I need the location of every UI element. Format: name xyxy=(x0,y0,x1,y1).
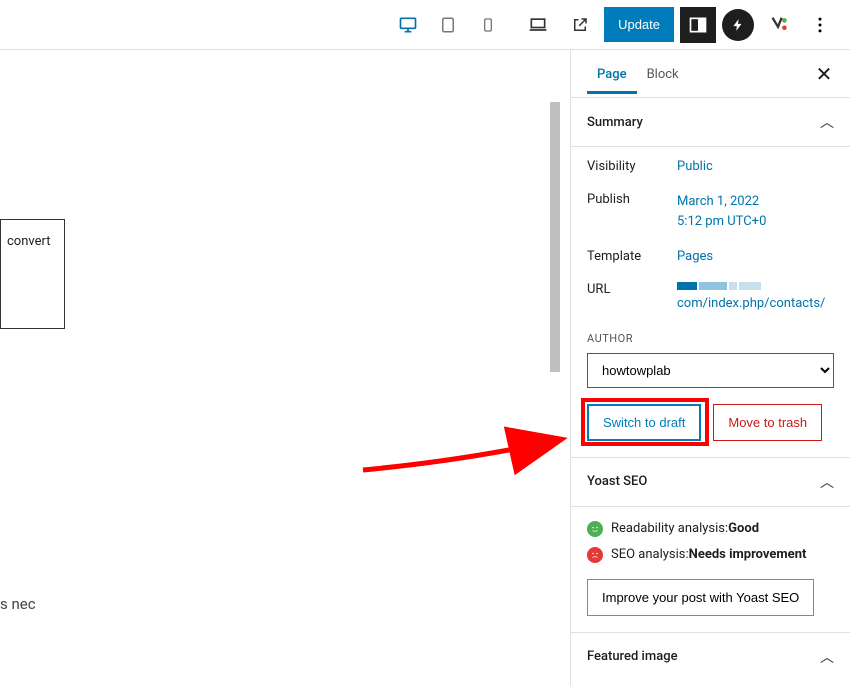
readability-status: Good xyxy=(728,521,759,536)
external-link-button[interactable] xyxy=(562,7,598,43)
publish-date: March 1, 2022 xyxy=(677,192,834,212)
block-fragment-box[interactable]: convert xyxy=(0,219,65,329)
url-redacted-bar xyxy=(677,282,834,290)
publish-label: Publish xyxy=(587,192,677,207)
tablet-icon xyxy=(439,16,457,34)
featured-image-title: Featured image xyxy=(587,649,678,664)
settings-sidebar: Page Block ✕ Summary ︿ Visibility Public… xyxy=(570,50,850,686)
seo-prefix: SEO analysis: xyxy=(611,547,689,562)
featured-image-header[interactable]: Featured image ︿ xyxy=(571,633,850,681)
tablet-icon-button[interactable] xyxy=(430,7,466,43)
summary-panel-body: Visibility Public Publish March 1, 2022 … xyxy=(571,147,850,458)
move-to-trash-button[interactable]: Move to trash xyxy=(713,404,822,441)
improve-yoast-button[interactable]: Improve your post with Yoast SEO xyxy=(587,579,814,616)
yoast-title: Yoast SEO xyxy=(587,474,647,489)
update-button[interactable]: Update xyxy=(604,7,674,42)
visibility-value[interactable]: Public xyxy=(677,159,834,174)
laptop-icon xyxy=(528,15,548,35)
smiley-good-icon xyxy=(587,521,603,537)
desktop-icon-button[interactable] xyxy=(390,7,426,43)
fragment-text: s nec xyxy=(0,595,36,613)
canvas-scrollbar[interactable] xyxy=(550,102,560,372)
template-label: Template xyxy=(587,249,677,264)
laptop-icon-button[interactable] xyxy=(520,7,556,43)
top-toolbar: Update xyxy=(0,0,850,50)
device-preview-group xyxy=(390,7,506,43)
url-value[interactable]: com/index.php/contacts/ xyxy=(677,282,834,314)
switch-to-draft-button[interactable]: Switch to draft xyxy=(587,404,701,441)
chevron-up-icon: ︿ xyxy=(820,472,834,492)
readability-prefix: Readability analysis: xyxy=(611,521,728,536)
summary-actions: Switch to draft Move to trash xyxy=(587,404,834,441)
three-dots-icon xyxy=(810,15,830,35)
mobile-icon-button[interactable] xyxy=(470,7,506,43)
fragment-box-text: convert xyxy=(7,234,50,249)
author-select[interactable]: howtowplab xyxy=(587,353,834,388)
settings-panel-toggle[interactable] xyxy=(680,7,716,43)
jetpack-icon-button[interactable] xyxy=(722,9,754,41)
seo-status: Needs improvement xyxy=(689,547,807,562)
yoast-icon xyxy=(767,14,789,36)
readability-row[interactable]: Readability analysis: Good xyxy=(587,521,834,537)
template-value[interactable]: Pages xyxy=(677,249,834,264)
url-label: URL xyxy=(587,282,677,297)
sidebar-toggle-icon xyxy=(688,15,708,35)
yoast-toolbar-button[interactable] xyxy=(760,7,796,43)
visibility-label: Visibility xyxy=(587,159,677,174)
publish-time: 5:12 pm UTC+0 xyxy=(677,212,834,232)
summary-title: Summary xyxy=(587,115,643,130)
close-icon: ✕ xyxy=(816,62,833,86)
publish-value[interactable]: March 1, 2022 5:12 pm UTC+0 xyxy=(677,192,834,231)
mobile-icon xyxy=(480,16,496,34)
sidebar-tabs: Page Block ✕ xyxy=(571,50,850,98)
url-text: com/index.php/contacts/ xyxy=(677,294,834,314)
yoast-panel-header[interactable]: Yoast SEO ︿ xyxy=(571,458,850,507)
external-link-icon xyxy=(571,16,589,34)
smiley-bad-icon xyxy=(587,547,603,563)
lightning-icon xyxy=(731,18,745,32)
tab-page[interactable]: Page xyxy=(587,53,637,94)
desktop-icon xyxy=(398,15,418,35)
author-label: AUTHOR xyxy=(587,332,834,345)
more-options-button[interactable] xyxy=(802,7,838,43)
seo-row[interactable]: SEO analysis: Needs improvement xyxy=(587,547,834,563)
yoast-panel-body: Readability analysis: Good SEO analysis:… xyxy=(571,507,850,633)
close-sidebar-button[interactable]: ✕ xyxy=(806,56,842,92)
summary-panel-header[interactable]: Summary ︿ xyxy=(571,98,850,147)
chevron-up-icon: ︿ xyxy=(820,647,834,667)
chevron-up-icon: ︿ xyxy=(820,112,834,132)
editor-canvas: convert s nec xyxy=(0,50,560,686)
tab-block[interactable]: Block xyxy=(637,53,689,94)
